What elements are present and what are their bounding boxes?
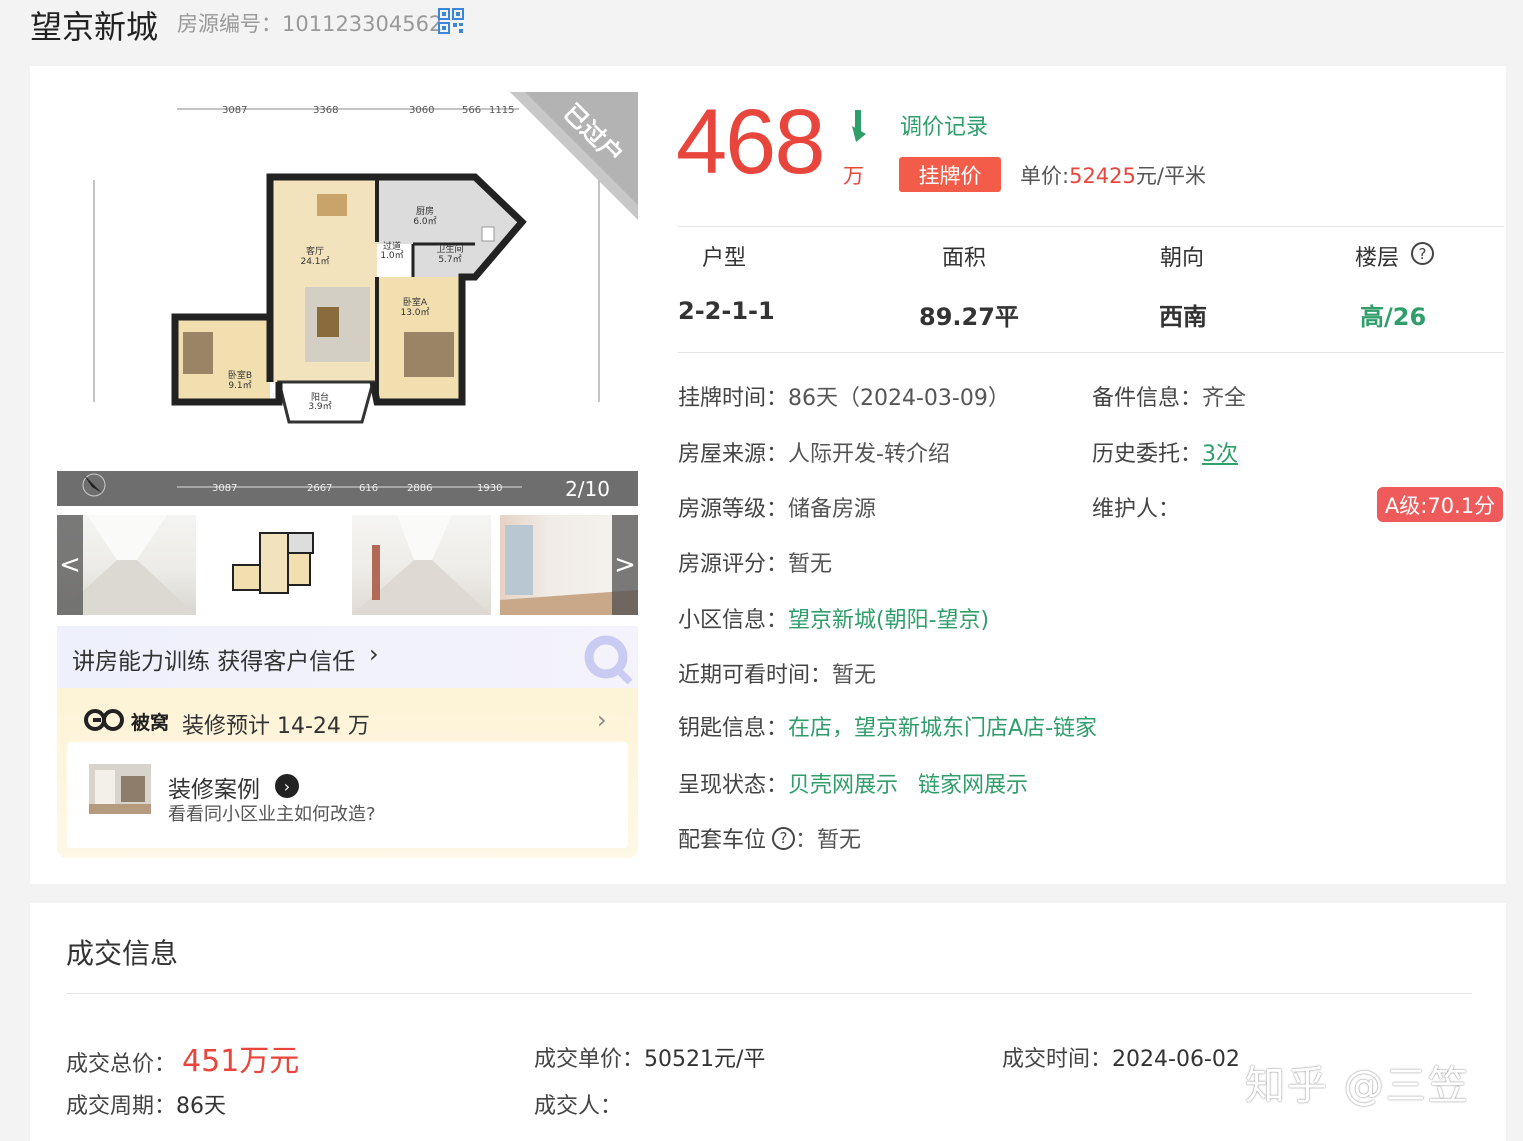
spec-value-orientation: 西南 [1159, 303, 1207, 331]
price-unit: 万 [843, 164, 864, 188]
thumbnail-strip: < > [57, 515, 638, 615]
lianjia-display-link[interactable]: 链家网展示 [918, 773, 1028, 798]
deal-unit-price: 成交单价：50521元/平 [534, 1047, 766, 1072]
spec-value-area: 89.27平 [919, 303, 1019, 331]
info-display: 呈现状态：贝壳网展示 链家网展示 [678, 773, 1029, 798]
renovation-case-card[interactable]: 装修案例 › 看看同小区业主如何改造? [67, 742, 628, 848]
training-text: 讲房能力训练 获得客户信任 [72, 649, 356, 675]
price-history-link[interactable]: 调价记录 [900, 109, 988, 141]
key-link[interactable]: 在店，望京新城东门店A店-链家 [788, 716, 1097, 741]
svg-text:3087: 3087 [212, 483, 237, 494]
info-maintainer: 维护人： [1092, 497, 1181, 522]
svg-text:1930: 1930 [477, 483, 502, 494]
renovation-promo[interactable]: 被窝 装修预计 14-24 万 › 装修案例 › 看看同小区业主如何改造? [57, 688, 638, 858]
thumbnail-prev-button[interactable]: < [57, 515, 83, 615]
brand-name: 被窝 [131, 712, 170, 734]
info-grade: 房源等级：储备房源 [678, 497, 877, 522]
magnifier-icon [584, 635, 633, 684]
svg-text:卫生间: 卫生间 [436, 243, 463, 255]
info-docs: 备件信息：齐全 [1092, 386, 1247, 411]
floor-plan-image[interactable]: 3087 3368 3060 566 1115 厨房 6.0㎡ 客厅 24.1㎡ 过… [57, 92, 638, 472]
svg-text:卧室B: 卧室B [228, 369, 252, 381]
spec-label-floor: 楼层 [1355, 246, 1400, 271]
svg-text:24.1㎡: 24.1㎡ [300, 256, 329, 267]
svg-text:2667: 2667 [307, 483, 332, 494]
spec-label-area: 面积 [942, 246, 987, 271]
zhihu-watermark: 知乎 @三笠 [1245, 1063, 1470, 1109]
community-title: 望京新城 [30, 8, 159, 46]
svg-text:3.9㎡: 3.9㎡ [308, 401, 331, 412]
plan-dim: 3368 [313, 105, 338, 116]
chevron-right-icon: › [597, 706, 607, 734]
price-down-icon [852, 110, 866, 142]
spec-value-layout: 2-2-1-1 [678, 297, 775, 325]
svg-text:卧室A: 卧室A [403, 296, 428, 308]
brand-logo-icon [84, 709, 124, 731]
info-listing-time: 挂牌时间：86天（2024-03-09） [678, 386, 1010, 411]
unit-price: 单价:52425元/平米 [1020, 164, 1206, 188]
beike-display-link[interactable]: 贝壳网展示 [788, 773, 898, 798]
deal-time: 成交时间：2024-06-02 [1002, 1047, 1240, 1072]
total-price: 468 [676, 91, 825, 193]
image-counter: 2/10 [565, 477, 610, 501]
info-score: 房源评分：暂无 [678, 552, 833, 577]
plan-dim: 3060 [409, 105, 434, 116]
info-key: 钥匙信息：在店，望京新城东门店A店-链家 [678, 716, 1098, 741]
case-subtitle: 看看同小区业主如何改造? [168, 804, 376, 825]
renovation-estimate: 装修预计 14-24 万 [182, 714, 370, 739]
listing-code: 房源编号：101123304562 [177, 12, 443, 36]
divider [678, 226, 1504, 227]
spec-value-floor: 高/26 [1360, 303, 1427, 331]
help-icon[interactable]: ? [772, 826, 796, 850]
svg-text:2886: 2886 [407, 483, 432, 494]
plan-dim: 566 [462, 105, 481, 116]
info-viewing: 近期可看时间：暂无 [678, 663, 877, 688]
thumbnail-2[interactable] [205, 515, 344, 615]
svg-text:厨房: 厨房 [416, 205, 434, 217]
svg-text:6.0㎡: 6.0㎡ [413, 216, 436, 227]
info-history: 历史委托：3次 [1092, 442, 1239, 467]
thumbnail-next-button[interactable]: > [612, 515, 638, 615]
plan-dim: 3087 [222, 105, 247, 116]
chevron-right-icon: › [369, 640, 379, 668]
deal-total: 成交总价： 451万元 [66, 1044, 300, 1079]
deal-cycle: 成交周期：86天 [66, 1094, 227, 1119]
listing-price-tag: 挂牌价 [899, 157, 1001, 192]
help-icon[interactable]: ? [1411, 242, 1434, 265]
svg-text:客厅: 客厅 [306, 245, 324, 257]
deal-person: 成交人： [534, 1094, 623, 1119]
info-parking: 配套车位 ? ：暂无 [678, 826, 862, 853]
svg-text:13.0㎡: 13.0㎡ [400, 307, 429, 318]
spec-label-layout: 户型 [702, 246, 747, 271]
spec-label-orientation: 朝向 [1160, 246, 1205, 271]
compass-icon: N [75, 465, 106, 497]
svg-text:9.1㎡: 9.1㎡ [228, 380, 251, 391]
qr-code-icon[interactable] [438, 8, 464, 34]
community-link[interactable]: 望京新城(朝阳-望京) [788, 608, 989, 633]
plan-dim: 1115 [489, 105, 514, 116]
training-banner[interactable]: 讲房能力训练 获得客户信任 › [57, 626, 638, 688]
info-community: 小区信息：望京新城(朝阳-望京) [678, 608, 990, 633]
deal-title: 成交信息 [66, 937, 179, 970]
plan-dimension-bar: 3087 2667 616 2886 1930 [177, 483, 522, 494]
history-link[interactable]: 3次 [1202, 442, 1238, 467]
svg-text:1.0㎡: 1.0㎡ [380, 250, 403, 261]
chevron-right-icon: › [275, 774, 299, 798]
maintainer-grade-badge: A级:70.1分 [1377, 487, 1503, 522]
case-thumbnail [89, 764, 151, 814]
svg-text:616: 616 [359, 483, 378, 494]
divider [66, 993, 1472, 994]
info-source: 房屋来源：人际开发-转介绍 [678, 442, 950, 467]
thumbnail-3[interactable] [352, 515, 491, 615]
svg-text:5.7㎡: 5.7㎡ [438, 254, 461, 265]
image-slider-bar: N 3087 2667 616 2886 1930 2/10 [57, 465, 638, 506]
divider [678, 352, 1504, 353]
case-title: 装修案例 [168, 777, 260, 803]
svg-text:N: N [75, 465, 82, 474]
